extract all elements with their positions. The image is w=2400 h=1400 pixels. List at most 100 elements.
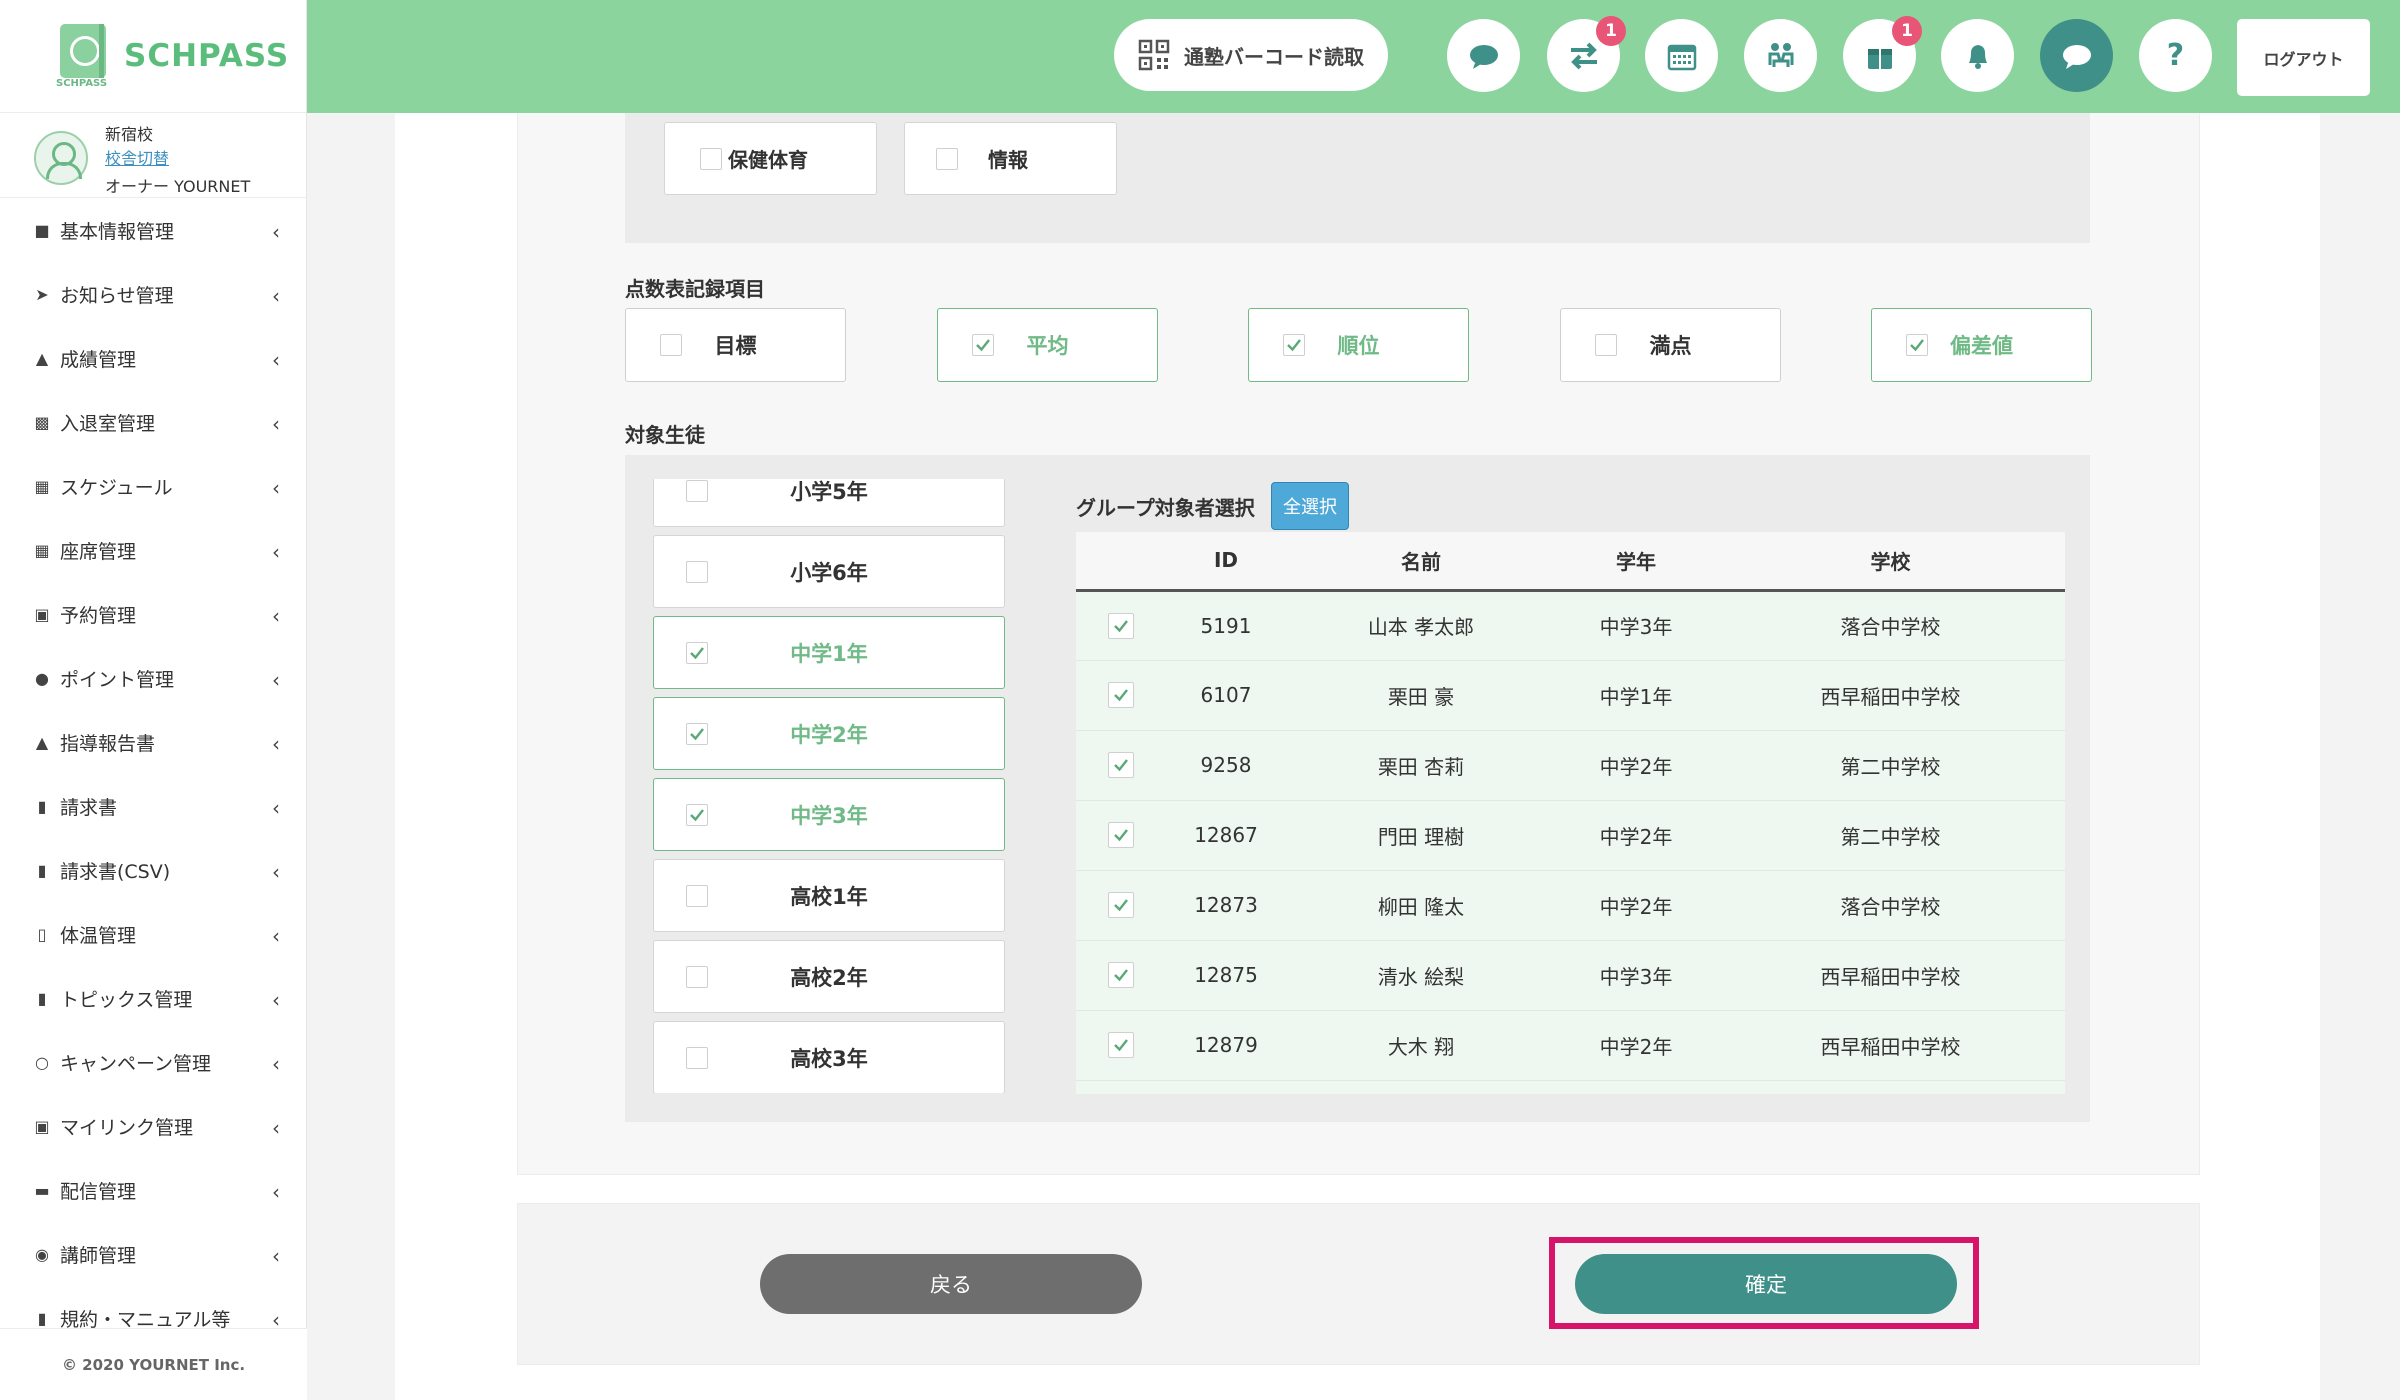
- grade-option[interactable]: 小学6年: [653, 535, 1005, 608]
- sidebar-item[interactable]: ● ポイント管理 ‹: [0, 646, 306, 710]
- grade-option[interactable]: 中学1年: [653, 616, 1005, 689]
- grade-option[interactable]: 小学5年: [653, 479, 1005, 527]
- table-row[interactable]: 12873 柳田 隆太 中学2年 落合中学校: [1076, 870, 2065, 941]
- table-row[interactable]: 12879 大木 翔中学2年 西早稲田中学校: [1076, 1010, 2065, 1081]
- sidebar-item[interactable]: ▮ 請求書 ‹: [0, 774, 306, 838]
- score-checkbox[interactable]: [1906, 334, 1928, 356]
- score-checkbox[interactable]: [660, 334, 682, 356]
- sidebar-item-label: ポイント管理: [60, 668, 175, 691]
- sidebar-item[interactable]: ○ キャンペーン管理 ‹: [0, 1030, 306, 1094]
- sidebar-item[interactable]: ▯ 体温管理 ‹: [0, 902, 306, 966]
- help-button[interactable]: ?: [2139, 19, 2212, 92]
- row-checkbox[interactable]: [1108, 682, 1134, 708]
- grade-checkbox[interactable]: [686, 1046, 708, 1069]
- grade-checkbox[interactable]: [686, 803, 708, 826]
- sidebar-menu-scroll[interactable]: ■ 基本情報管理 ‹ ➤ お知らせ管理 ‹ ▲ 成績管理 ‹ ▩ 入退室管理 ‹ ▦ スケジュール ‹ ▦ 座席…: [0, 198, 306, 1328]
- score-option[interactable]: 目標: [625, 308, 846, 382]
- chevron-left-icon: ‹: [272, 1052, 280, 1076]
- grade-option[interactable]: 高校2年: [653, 940, 1005, 1013]
- sidebar-item[interactable]: ▣ 予約管理 ‹: [0, 582, 306, 646]
- grade-option[interactable]: 高校1年: [653, 859, 1005, 932]
- row-checkbox[interactable]: [1108, 892, 1134, 918]
- grade-list[interactable]: 小学5年小学6年中学1年中学2年中学3年高校1年高校2年高校3年: [653, 479, 1005, 1093]
- score-checkbox[interactable]: [1283, 334, 1305, 356]
- row-checkbox[interactable]: [1108, 822, 1134, 848]
- grade-checkbox[interactable]: [686, 560, 708, 583]
- sidebar-item[interactable]: ▮ トピックス管理 ‹: [0, 966, 306, 1030]
- back-button[interactable]: 戻る: [760, 1254, 1142, 1314]
- transfer-button[interactable]: 1: [1547, 16, 1626, 92]
- subject-checkbox[interactable]: [936, 147, 958, 170]
- grade-checkbox[interactable]: [686, 884, 708, 907]
- row-checkbox-cell: [1076, 870, 1166, 941]
- chevron-left-icon: ‹: [272, 412, 280, 436]
- sidebar-item[interactable]: ▮ 規約・マニュアル等 ‹: [0, 1286, 306, 1328]
- logout-button[interactable]: ログアウト: [2237, 19, 2370, 96]
- row-checkbox[interactable]: [1108, 1032, 1134, 1058]
- table-row[interactable]: 6107 栗田 豪中学1年 西早稲田中学校: [1076, 660, 2065, 731]
- score-option[interactable]: 満点: [1560, 308, 1781, 382]
- sidebar-item[interactable]: ➤ お知らせ管理 ‹: [0, 262, 306, 326]
- score-section-title: 点数表記録項目: [625, 277, 765, 301]
- sidebar-item[interactable]: ■ 基本情報管理 ‹: [0, 198, 306, 262]
- gift-button[interactable]: 1: [1843, 16, 1922, 92]
- chevron-left-icon: ‹: [272, 732, 280, 756]
- sidebar-item[interactable]: ▲ 成績管理 ‹: [0, 326, 306, 390]
- grade-option[interactable]: 高校3年: [653, 1021, 1005, 1093]
- sidebar-item[interactable]: ▬ 配信管理 ‹: [0, 1158, 306, 1222]
- grade-checkbox[interactable]: [686, 641, 708, 664]
- row-checkbox[interactable]: [1108, 962, 1134, 988]
- cell-grade: 中学2年: [1556, 730, 1716, 801]
- thermometer-icon: ▯: [37, 924, 47, 944]
- score-option-label: 満点: [1649, 334, 1692, 358]
- notification-button[interactable]: [1941, 19, 2014, 92]
- subject-option-health-pe[interactable]: 保健体育: [664, 122, 877, 195]
- score-option[interactable]: 偏差値: [1871, 308, 2092, 382]
- table-row[interactable]: 12875 清水 絵梨 中学3年 西早稲田中学校: [1076, 940, 2065, 1011]
- calendar-button[interactable]: [1645, 19, 1718, 92]
- grade-option[interactable]: 中学3年: [653, 778, 1005, 851]
- table-row[interactable]: 5191 山本 孝太郎 中学3年 落合中学校: [1076, 590, 2065, 661]
- score-checkbox[interactable]: [1595, 334, 1617, 356]
- grade-option[interactable]: 中学2年: [653, 697, 1005, 770]
- score-option[interactable]: 順位: [1248, 308, 1469, 382]
- cell-name: 山本 孝太郎: [1286, 590, 1556, 661]
- barcode-read-button[interactable]: 通塾バーコード読取: [1114, 19, 1388, 91]
- row-checkbox[interactable]: [1108, 752, 1134, 778]
- message-button[interactable]: [2040, 19, 2113, 92]
- chat-bubble-icon: [1469, 44, 1498, 69]
- table-row[interactable]: 9258 栗田 杏莉 中学2年 第二中学校: [1076, 730, 2065, 801]
- sidebar-item[interactable]: ▦ スケジュール ‹: [0, 454, 306, 518]
- invoice-icon: ▮: [37, 796, 47, 816]
- sidebar-item[interactable]: ▦ 座席管理 ‹: [0, 518, 306, 582]
- sidebar-item[interactable]: ▲ 指導報告書 ‹: [0, 710, 306, 774]
- sidebar-item-label: 座席管理: [60, 540, 137, 563]
- bell-icon: [1968, 44, 1987, 69]
- sidebar-item-label: マイリンク管理: [60, 1116, 194, 1139]
- table-row[interactable]: 12867 門田 理樹 中学2年 第二中学校: [1076, 800, 2065, 871]
- calendar-icon: [1667, 44, 1696, 70]
- sidebar-item[interactable]: ◉ 講師管理 ‹: [0, 1222, 306, 1286]
- school-switch-link[interactable]: 校舎切替: [105, 145, 169, 169]
- select-all-button[interactable]: 全選択: [1271, 482, 1349, 530]
- grade-checkbox[interactable]: [686, 965, 708, 988]
- graduation-cap-icon: ▲: [35, 732, 49, 752]
- subject-option-information[interactable]: 情報: [904, 122, 1117, 195]
- confirm-button[interactable]: 確定: [1575, 1254, 1957, 1314]
- score-option-label: 順位: [1337, 334, 1380, 358]
- graduation-cap-icon: ▲: [35, 348, 49, 368]
- score-checkbox[interactable]: [972, 334, 994, 356]
- grade-checkbox[interactable]: [686, 479, 708, 502]
- chat-button[interactable]: [1447, 19, 1520, 92]
- sidebar-item-label: お知らせ管理: [60, 284, 174, 307]
- grade-checkbox[interactable]: [686, 722, 708, 745]
- score-option[interactable]: 平均: [937, 308, 1158, 382]
- student-table-scroll[interactable]: ID 名前 学年 学校 5191 山本 孝太郎 中学3年 落合中学校 6107 栗田 豪中…: [1076, 532, 2065, 1094]
- sidebar-item-label: 指導報告書: [60, 732, 156, 755]
- row-checkbox[interactable]: [1108, 612, 1134, 639]
- sidebar-item[interactable]: ▣ マイリンク管理 ‹: [0, 1094, 306, 1158]
- sidebar-item[interactable]: ▮ 請求書(CSV) ‹: [0, 838, 306, 902]
- subject-checkbox[interactable]: [700, 147, 722, 170]
- seat-button[interactable]: [1744, 19, 1817, 92]
- sidebar-item[interactable]: ▩ 入退室管理 ‹: [0, 390, 306, 454]
